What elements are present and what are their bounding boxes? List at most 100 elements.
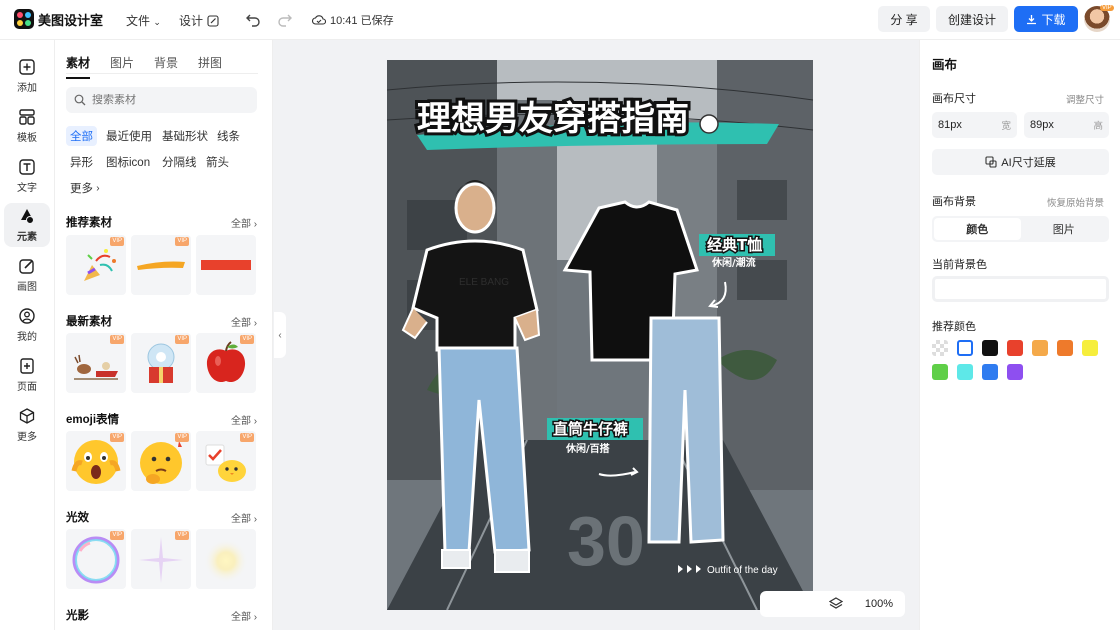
clock-icon bbox=[699, 114, 719, 134]
asset-tile-chick-emoji[interactable]: VIP bbox=[196, 431, 256, 491]
chip-basic-shapes[interactable]: 基础形状 bbox=[158, 126, 212, 146]
create-design-button[interactable]: 创建设计 bbox=[936, 6, 1008, 32]
current-bg-color-field[interactable] bbox=[932, 276, 1109, 302]
tab-images[interactable]: 图片 bbox=[110, 54, 134, 79]
vip-badge: VIP bbox=[110, 531, 124, 540]
swatch-purple[interactable] bbox=[1007, 364, 1023, 380]
asset-tile-red-apple[interactable]: VIP bbox=[196, 333, 256, 393]
swatch-black[interactable] bbox=[982, 340, 998, 356]
width-field[interactable]: 81px 宽 bbox=[932, 112, 1017, 138]
chevron-right-icon: › bbox=[96, 182, 100, 194]
tshirt-print: ELE BANG bbox=[459, 277, 509, 288]
text-icon bbox=[19, 159, 35, 175]
rail-item-more[interactable]: 更多 bbox=[4, 403, 50, 447]
chip-all[interactable]: 全部 bbox=[66, 126, 97, 146]
vip-badge: VIP bbox=[240, 335, 254, 344]
asset-tile-party-popper[interactable]: VIP bbox=[66, 235, 126, 295]
ai-extend-button[interactable]: AI尺寸延展 bbox=[932, 149, 1109, 175]
section-all-link[interactable]: 全部 › bbox=[231, 510, 257, 525]
section-all-link[interactable]: 全部 › bbox=[231, 215, 257, 230]
shapes-icon bbox=[21, 209, 34, 224]
undo-icon[interactable] bbox=[244, 10, 262, 28]
redo-icon[interactable] bbox=[276, 10, 294, 28]
section-all-link[interactable]: 全部 › bbox=[231, 314, 257, 329]
asset-tile-reindeer-sleigh[interactable]: VIP bbox=[66, 333, 126, 393]
chip-lines[interactable]: 线条 bbox=[213, 126, 244, 146]
ai-resize-icon bbox=[985, 156, 997, 168]
asset-tile-shocked-emoji[interactable]: VIP bbox=[66, 431, 126, 491]
rail-item-text[interactable]: 文字 bbox=[4, 154, 50, 198]
asset-tile-bubble-ring[interactable]: VIP bbox=[66, 529, 126, 589]
app-logo[interactable]: 美图设计室 bbox=[14, 9, 103, 29]
swatch-red[interactable] bbox=[1007, 340, 1023, 356]
rail-item-page[interactable]: 页面 bbox=[4, 353, 50, 397]
zoom-level[interactable]: 100% bbox=[865, 598, 893, 610]
file-menu[interactable]: 文件 ⌄ bbox=[126, 12, 161, 29]
swatch-white[interactable] bbox=[957, 340, 973, 356]
jeans-sublabel: 休闲/百搭 bbox=[565, 442, 611, 455]
asset-tile-star-sparkle[interactable]: VIP bbox=[131, 529, 191, 589]
section-all-link[interactable]: 全部 › bbox=[231, 608, 257, 623]
asset-tabs: 素材 图片 背景 拼图 bbox=[66, 54, 222, 79]
rail-item-template[interactable]: 模板 bbox=[4, 104, 50, 148]
swatch-transparent[interactable] bbox=[932, 340, 948, 356]
chip-recent[interactable]: 最近使用 bbox=[102, 126, 156, 146]
vip-badge: VIP bbox=[1100, 5, 1114, 11]
chip-arrows[interactable]: 箭头 bbox=[202, 152, 233, 172]
search-box[interactable] bbox=[66, 87, 257, 113]
section-title-newest: 最新素材 bbox=[66, 316, 112, 328]
asset-tile-thinking-emoji[interactable]: VIP bbox=[131, 431, 191, 491]
rail-item-elements[interactable]: 元素 bbox=[4, 203, 50, 247]
asset-tile-red-bar[interactable] bbox=[196, 235, 256, 295]
vip-badge: VIP bbox=[110, 433, 124, 442]
zoom-bar: 100% bbox=[760, 591, 905, 617]
tshirt-sublabel: 休闲/潮流 bbox=[711, 256, 756, 269]
jeans-label: 直筒牛仔裤 bbox=[553, 420, 628, 438]
swatch-yellow[interactable] bbox=[1082, 340, 1098, 356]
tab-collage[interactable]: 拼图 bbox=[198, 54, 222, 79]
swatch-green[interactable] bbox=[932, 364, 948, 380]
recommended-colors-label: 推荐颜色 bbox=[932, 321, 976, 333]
properties-panel: 画布 画布尺寸 调整尺寸 81px 宽 89px 高 AI尺寸延展 画布背景 恢复原… bbox=[919, 40, 1120, 630]
pen-icon bbox=[19, 259, 34, 274]
download-button[interactable]: 下载 bbox=[1014, 6, 1078, 32]
vip-badge: VIP bbox=[175, 237, 189, 246]
search-input[interactable] bbox=[92, 94, 242, 106]
chip-icons[interactable]: 图标icon bbox=[102, 152, 154, 172]
asset-tile-glow[interactable] bbox=[196, 529, 256, 589]
chip-more[interactable]: 更多 › bbox=[66, 178, 104, 198]
share-button[interactable]: 分 享 bbox=[878, 6, 930, 32]
restore-bg-link[interactable]: 恢复原始背景 bbox=[1047, 195, 1104, 209]
vip-badge: VIP bbox=[175, 531, 189, 540]
chip-irregular[interactable]: 异形 bbox=[66, 152, 97, 172]
vip-badge: VIP bbox=[110, 237, 124, 246]
vip-badge: VIP bbox=[175, 335, 189, 344]
design-menu[interactable]: 设计 bbox=[179, 12, 219, 29]
height-field[interactable]: 89px 高 bbox=[1024, 112, 1109, 138]
swatch-blue[interactable] bbox=[982, 364, 998, 380]
design-canvas[interactable]: 30 理想男友穿搭指南 ELE BANG 经典T恤 休闲/潮流 直筒牛仔裤 休闲… bbox=[387, 60, 813, 610]
asset-tile-snow-globe[interactable]: VIP bbox=[131, 333, 191, 393]
road-number: 30 bbox=[567, 502, 645, 580]
section-title-recommended: 推荐素材 bbox=[66, 217, 112, 229]
current-bg-label: 当前背景色 bbox=[932, 259, 987, 271]
tab-bg-image[interactable]: 图片 bbox=[1021, 218, 1108, 240]
swatch-light-orange[interactable] bbox=[1032, 340, 1048, 356]
swatch-orange[interactable] bbox=[1057, 340, 1073, 356]
rail-item-draw[interactable]: 画图 bbox=[4, 253, 50, 297]
chip-dividers[interactable]: 分隔线 bbox=[158, 152, 201, 172]
tab-backgrounds[interactable]: 背景 bbox=[154, 54, 178, 79]
asset-tile-yellow-brush[interactable]: VIP bbox=[131, 235, 191, 295]
swatch-cyan[interactable] bbox=[957, 364, 973, 380]
collapse-panel-button[interactable]: ‹ bbox=[274, 312, 286, 358]
tab-materials[interactable]: 素材 bbox=[66, 54, 91, 79]
rail-item-add[interactable]: 添加 bbox=[4, 54, 50, 98]
panel-title: 画布 bbox=[932, 58, 958, 72]
resize-link[interactable]: 调整尺寸 bbox=[1066, 92, 1104, 106]
tab-bg-color[interactable]: 颜色 bbox=[934, 218, 1021, 240]
layers-icon[interactable] bbox=[828, 597, 843, 611]
tshirt-label: 经典T恤 bbox=[707, 236, 762, 254]
save-status: 10:41 已保存 bbox=[312, 12, 394, 28]
section-all-link[interactable]: 全部 › bbox=[231, 412, 257, 427]
rail-item-mine[interactable]: 我的 bbox=[4, 303, 50, 347]
